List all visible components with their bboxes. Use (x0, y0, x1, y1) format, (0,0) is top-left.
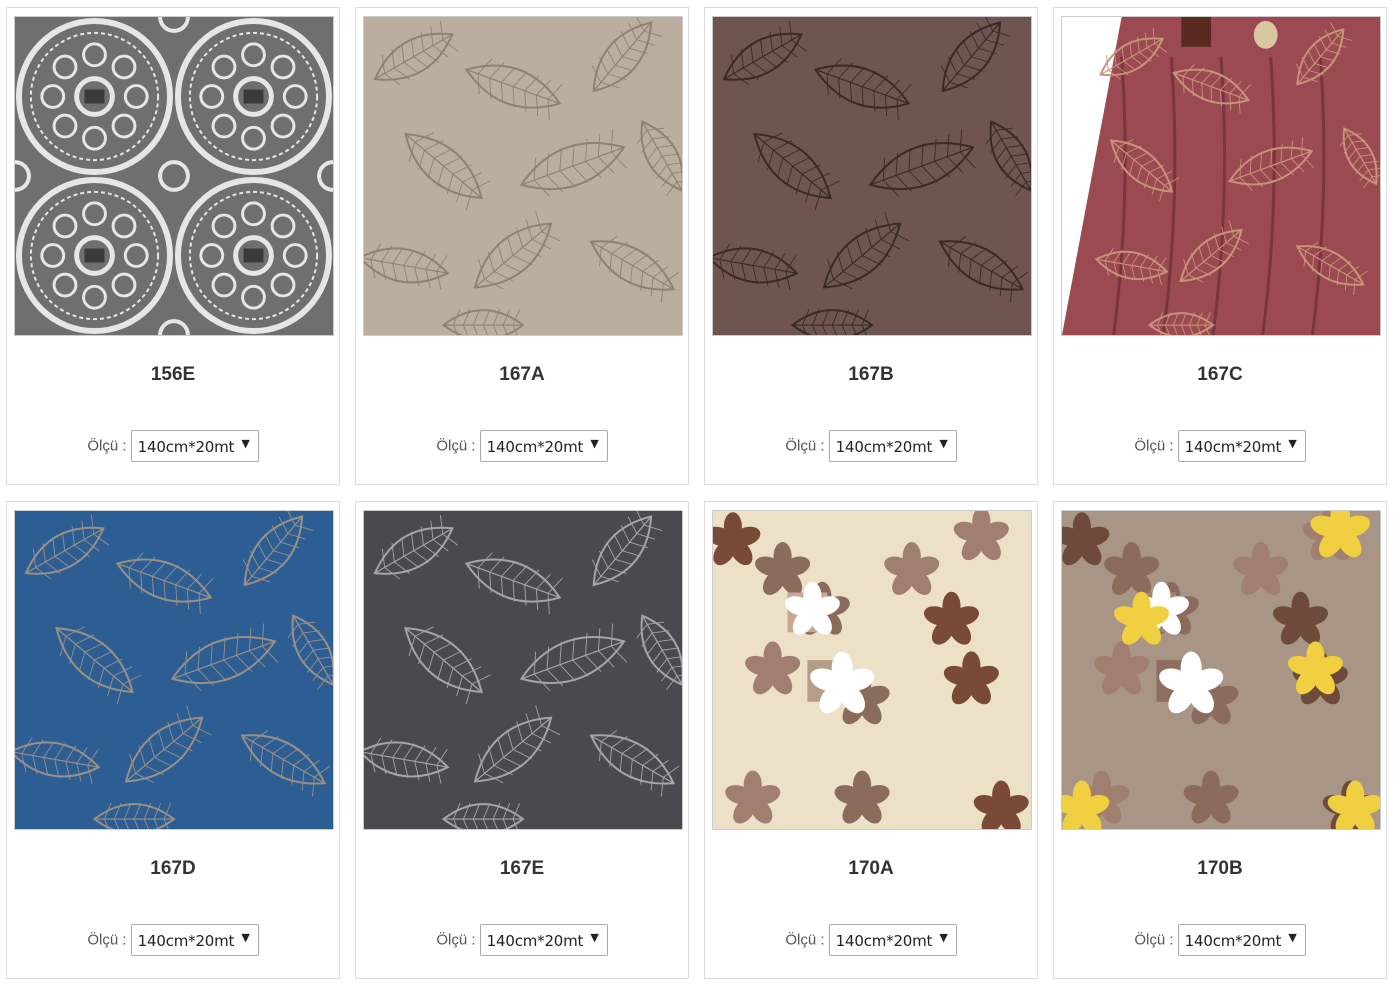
leaf-pattern-image (364, 511, 682, 829)
product-image[interactable] (363, 510, 683, 830)
product-image[interactable] (1061, 16, 1381, 336)
size-selector: Ölçü : 140cm*20mt ▼ (1054, 430, 1386, 462)
dropdown-arrow-icon: ▼ (939, 931, 948, 944)
product-image[interactable] (712, 16, 1032, 336)
product-image[interactable] (14, 16, 334, 336)
size-selector: Ölçü : 140cm*20mt ▼ (356, 430, 688, 462)
product-image[interactable] (1061, 510, 1381, 830)
floral-pattern-image (1062, 511, 1380, 829)
size-label: Ölçü : (436, 437, 476, 455)
size-dropdown[interactable]: 140cm*20mt ▼ (1177, 430, 1306, 462)
product-card[interactable]: 156E Ölçü : 140cm*20mt ▼ (6, 7, 340, 485)
size-label: Ölçü : (785, 437, 825, 455)
product-card[interactable]: 167C Ölçü : 140cm*20mt ▼ (1053, 7, 1387, 485)
dropdown-arrow-icon: ▼ (1288, 931, 1297, 944)
lace-medallion-pattern-image (15, 17, 333, 335)
product-card[interactable]: 167A Ölçü : 140cm*20mt ▼ (355, 7, 689, 485)
dropdown-arrow-icon: ▼ (1288, 437, 1297, 450)
size-value: 140cm*20mt (1184, 438, 1282, 456)
floral-pattern-image (713, 511, 1031, 829)
size-dropdown[interactable]: 140cm*20mt ▼ (479, 924, 608, 956)
product-code[interactable]: 167C (1054, 364, 1386, 386)
product-card[interactable]: 167D Ölçü : 140cm*20mt ▼ (6, 501, 340, 979)
size-value: 140cm*20mt (137, 438, 235, 456)
size-value: 140cm*20mt (137, 932, 235, 950)
size-label: Ölçü : (1134, 437, 1174, 455)
size-selector: Ölçü : 140cm*20mt ▼ (705, 924, 1037, 956)
size-value: 140cm*20mt (1184, 932, 1282, 950)
size-label: Ölçü : (785, 931, 825, 949)
product-card[interactable]: 170A Ölçü : 140cm*20mt ▼ (704, 501, 1038, 979)
dropdown-arrow-icon: ▼ (241, 437, 250, 450)
size-dropdown[interactable]: 140cm*20mt ▼ (828, 924, 957, 956)
size-selector: Ölçü : 140cm*20mt ▼ (1054, 924, 1386, 956)
product-code[interactable]: 167A (356, 364, 688, 386)
product-card[interactable]: 167B Ölçü : 140cm*20mt ▼ (704, 7, 1038, 485)
product-image[interactable] (712, 510, 1032, 830)
product-image[interactable] (14, 510, 334, 830)
size-selector: Ölçü : 140cm*20mt ▼ (7, 924, 339, 956)
size-label: Ölçü : (436, 931, 476, 949)
product-code[interactable]: 167E (356, 858, 688, 880)
size-selector: Ölçü : 140cm*20mt ▼ (7, 430, 339, 462)
dropdown-arrow-icon: ▼ (590, 931, 599, 944)
product-code[interactable]: 167B (705, 364, 1037, 386)
dropdown-arrow-icon: ▼ (241, 931, 250, 944)
product-code[interactable]: 167D (7, 858, 339, 880)
size-label: Ölçü : (1134, 931, 1174, 949)
leaf-pattern-image (15, 511, 333, 829)
size-value: 140cm*20mt (486, 932, 584, 950)
size-selector: Ölçü : 140cm*20mt ▼ (356, 924, 688, 956)
dropdown-arrow-icon: ▼ (939, 437, 948, 450)
size-dropdown[interactable]: 140cm*20mt ▼ (130, 430, 259, 462)
leaf-pattern-image (364, 17, 682, 335)
leaf-pattern-image (713, 17, 1031, 335)
product-image[interactable] (363, 16, 683, 336)
size-value: 140cm*20mt (835, 932, 933, 950)
product-code[interactable]: 156E (7, 364, 339, 386)
size-dropdown[interactable]: 140cm*20mt ▼ (1177, 924, 1306, 956)
size-dropdown[interactable]: 140cm*20mt ▼ (130, 924, 259, 956)
product-grid: 156E Ölçü : 140cm*20mt ▼ 167A Ölçü : 140c… (0, 0, 1400, 988)
product-code[interactable]: 170B (1054, 858, 1386, 880)
size-label: Ölçü : (87, 931, 127, 949)
size-value: 140cm*20mt (486, 438, 584, 456)
dropdown-arrow-icon: ▼ (590, 437, 599, 450)
product-card[interactable]: 170B Ölçü : 140cm*20mt ▼ (1053, 501, 1387, 979)
product-code[interactable]: 170A (705, 858, 1037, 880)
size-dropdown[interactable]: 140cm*20mt ▼ (828, 430, 957, 462)
tablecloth-photo-image (1062, 17, 1380, 335)
size-selector: Ölçü : 140cm*20mt ▼ (705, 430, 1037, 462)
size-dropdown[interactable]: 140cm*20mt ▼ (479, 430, 608, 462)
size-value: 140cm*20mt (835, 438, 933, 456)
size-label: Ölçü : (87, 437, 127, 455)
product-card[interactable]: 167E Ölçü : 140cm*20mt ▼ (355, 501, 689, 979)
